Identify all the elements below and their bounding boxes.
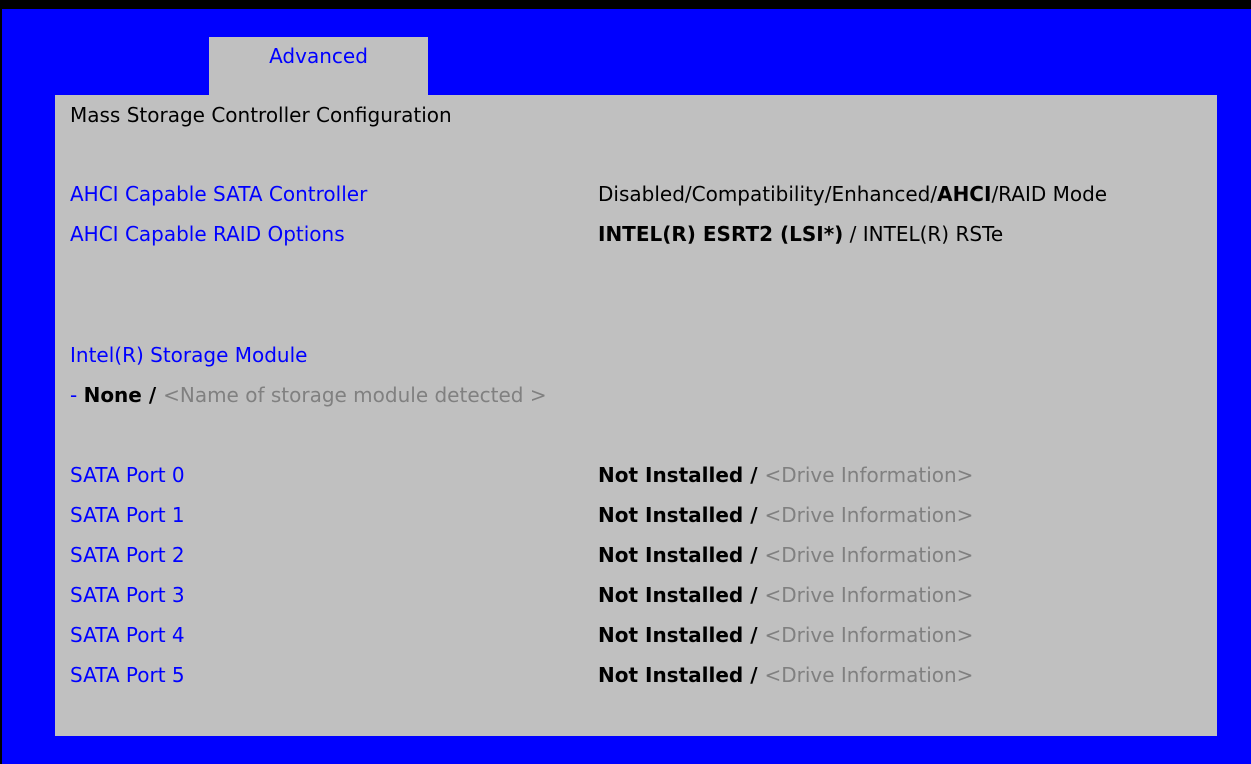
sata-port-1-value: Not Installed / <Drive Information> <box>598 500 973 530</box>
ahci-selected: AHCI <box>937 182 992 206</box>
ahci-raid-options-option[interactable]: AHCI Capable RAID Options <box>70 219 345 249</box>
sata-port-0-value: Not Installed / <Drive Information> <box>598 460 973 490</box>
sata-port-drive-info: <Drive Information> <box>764 463 974 487</box>
storage-module-placeholder: <Name of storage module detected > <box>163 383 547 407</box>
ahci-sata-controller-option[interactable]: AHCI Capable SATA Controller <box>70 179 367 209</box>
sata-port-drive-info: <Drive Information> <box>764 663 974 687</box>
sata-port-sep: / <box>743 583 765 607</box>
storage-module-value: - None / <Name of storage module detecte… <box>70 380 547 410</box>
settings-panel: Mass Storage Controller Configuration AH… <box>55 95 1217 736</box>
sata-port-2-value: Not Installed / <Drive Information> <box>598 540 973 570</box>
sata-port-status: Not Installed <box>598 543 744 567</box>
sata-port-status: Not Installed <box>598 503 744 527</box>
intel-storage-module-option[interactable]: Intel(R) Storage Module <box>70 340 307 370</box>
sata-port-status: Not Installed <box>598 663 744 687</box>
raid-options-after: / INTEL(R) RSTe <box>843 222 1004 246</box>
sata-port-5-option[interactable]: SATA Port 5 <box>70 660 185 690</box>
sata-port-sep: / <box>743 463 765 487</box>
sata-port-0-option[interactable]: SATA Port 0 <box>70 460 185 490</box>
sata-port-3-value: Not Installed / <Drive Information> <box>598 580 973 610</box>
sata-port-3-option[interactable]: SATA Port 3 <box>70 580 185 610</box>
storage-module-none: None <box>83 383 142 407</box>
sata-port-sep: / <box>743 503 765 527</box>
sata-port-4-value: Not Installed / <Drive Information> <box>598 620 973 650</box>
sata-port-sep: / <box>743 623 765 647</box>
sata-port-sep: / <box>743 663 765 687</box>
tab-advanced[interactable]: Advanced <box>209 37 428 97</box>
ahci-raid-options-value: INTEL(R) ESRT2 (LSI*) / INTEL(R) RSTe <box>598 219 1003 249</box>
ahci-options-after: /RAID Mode <box>991 182 1108 206</box>
sata-port-drive-info: <Drive Information> <box>764 543 974 567</box>
bios-frame: Advanced Mass Storage Controller Configu… <box>0 0 1251 764</box>
sata-port-status: Not Installed <box>598 623 744 647</box>
page-title: Mass Storage Controller Configuration <box>70 103 452 127</box>
sata-port-2-option[interactable]: SATA Port 2 <box>70 540 185 570</box>
sata-port-sep: / <box>743 543 765 567</box>
sata-port-drive-info: <Drive Information> <box>764 503 974 527</box>
sata-port-5-value: Not Installed / <Drive Information> <box>598 660 973 690</box>
storage-module-dash: - <box>70 383 84 407</box>
sata-port-status: Not Installed <box>598 583 744 607</box>
ahci-options-before: Disabled/Compatibility/Enhanced/ <box>598 182 938 206</box>
sata-port-drive-info: <Drive Information> <box>764 583 974 607</box>
sata-port-drive-info: <Drive Information> <box>764 623 974 647</box>
raid-selected: INTEL(R) ESRT2 (LSI*) <box>598 222 844 246</box>
sata-port-4-option[interactable]: SATA Port 4 <box>70 620 185 650</box>
storage-module-sep: / <box>141 383 164 407</box>
sata-port-status: Not Installed <box>598 463 744 487</box>
ahci-sata-controller-value: Disabled/Compatibility/Enhanced/AHCI/RAI… <box>598 179 1107 209</box>
sata-port-1-option[interactable]: SATA Port 1 <box>70 500 185 530</box>
